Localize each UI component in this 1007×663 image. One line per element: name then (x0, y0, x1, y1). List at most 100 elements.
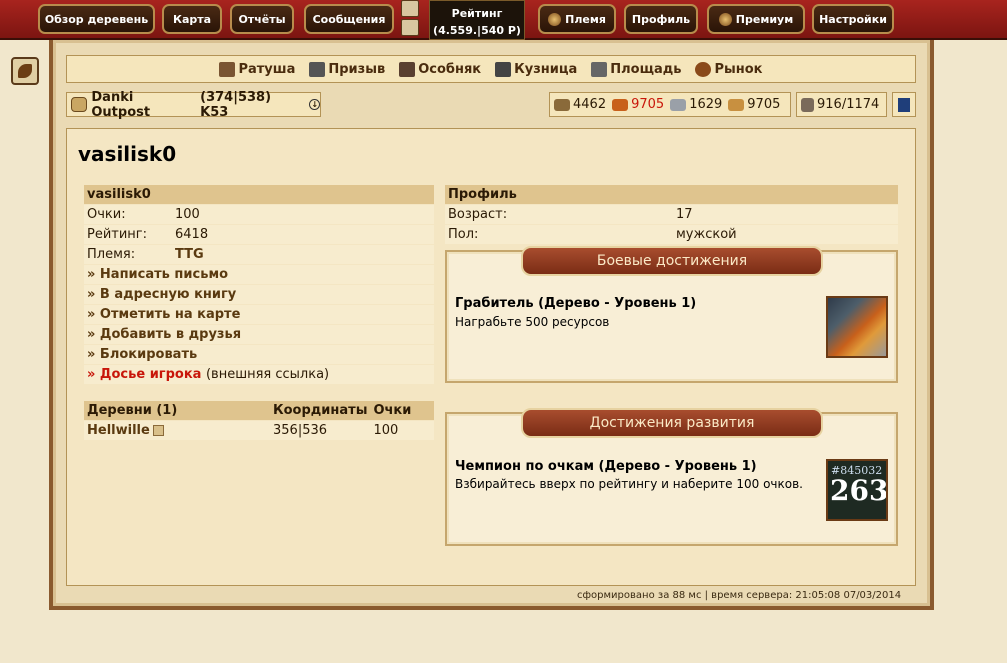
achievement-title: Грабитель (Дерево - Уровень 1) (455, 296, 697, 311)
village-coords: (374|538) K53 (200, 89, 272, 120)
building-square-link[interactable]: Площадь (591, 61, 682, 77)
building-town-hall-link[interactable]: Ратуша (219, 61, 296, 77)
resource-wood: 4462 (554, 97, 606, 112)
nav-settings-button[interactable]: Настройки (812, 4, 894, 34)
iron-icon (670, 98, 687, 111)
building-smithy-link[interactable]: Кузница (495, 61, 578, 77)
building-label: Кузница (514, 61, 578, 77)
nav-tribe-label: Племя (565, 12, 606, 26)
tribe-icon (548, 12, 562, 26)
building-mansion-link[interactable]: Особняк (399, 61, 482, 77)
address-book-link[interactable]: » В адресную книгу (84, 285, 434, 304)
table-row: Hellwille 356|536 100 (84, 421, 434, 440)
table-row: Племя: TTG (84, 245, 434, 264)
nav-premium-label: Премиум (735, 12, 794, 26)
side-toggle-button[interactable] (11, 57, 39, 85)
resources-bar: 4462 9705 1629 9705 (549, 92, 791, 117)
resource-iron: 1629 (670, 97, 722, 112)
dossier-row: » Досье игрока (внешняя ссылка) (84, 365, 434, 384)
profile-table: Профиль Возраст: 17 Пол: мужской (445, 184, 898, 245)
achievement-description: Взбирайтесь вверх по рейтингу и наберите… (455, 477, 803, 491)
flag-button[interactable] (892, 92, 916, 117)
coords-column-header: Координаты (270, 401, 371, 420)
nav-profile-button[interactable]: Профиль (624, 4, 698, 34)
building-label: Ратуша (238, 61, 296, 77)
notes-icon[interactable] (401, 19, 419, 36)
resource-population: 916/1174 (801, 97, 879, 112)
rank-display[interactable]: Рейтинг (4.559.|540 Р) (429, 0, 525, 40)
nav-premium-button[interactable]: Премиум (707, 4, 805, 34)
rank-label: Рейтинг (451, 7, 503, 20)
storage-icon (728, 98, 745, 111)
player-info-table: vasilisk0 Очки: 100 Рейтинг: 6418 Племя: TT… (84, 184, 434, 385)
nav-map-label: Карта (172, 12, 212, 26)
village-coords-cell: 356|536 (270, 421, 371, 440)
iron-value: 1629 (689, 97, 723, 112)
village-map-icon[interactable] (152, 425, 164, 436)
resource-clay: 9705 (612, 97, 664, 112)
tribe-label: Племя: (84, 245, 172, 264)
buildings-bar: Ратуша Призыв Особняк Кузница Площадь Ры… (66, 55, 916, 83)
dossier-link[interactable]: » Досье игрока (87, 367, 201, 382)
resource-storage: 9705 (728, 97, 780, 112)
wood-value: 4462 (573, 97, 607, 112)
arrow-down-icon[interactable]: ↓ (309, 99, 320, 110)
building-label: Площадь (610, 61, 682, 77)
anvil-icon (495, 61, 512, 77)
nav-profile-label: Профиль (631, 12, 691, 26)
tribe-link[interactable]: TTG (172, 245, 434, 264)
score-achievement-image[interactable]: #845032 263 (826, 459, 888, 521)
population-box: 916/1174 (796, 92, 887, 117)
building-recruit-link[interactable]: Призыв (309, 61, 385, 77)
leaf-icon (18, 64, 32, 78)
add-friend-link[interactable]: » Добавить в друзья (84, 325, 434, 344)
nav-overview-label: Обзор деревень (44, 12, 149, 26)
nav-messages-label: Сообщения (312, 12, 386, 26)
nav-reports-label: Отчёты (238, 12, 286, 26)
development-achievements-heading: Достижения развития (521, 408, 823, 438)
village-name[interactable]: Danki Outpost (91, 90, 192, 120)
achievement-title: Чемпион по очкам (Дерево - Уровень 1) (455, 459, 757, 474)
premium-icon (718, 12, 732, 26)
village-link[interactable]: Hellwille (87, 423, 150, 438)
storage-value: 9705 (747, 97, 781, 112)
age-label: Возраст: (445, 205, 673, 224)
nav-overview-button[interactable]: Обзор деревень (38, 4, 155, 34)
villages-column-header: Деревни (1) (84, 401, 270, 420)
nav-settings-label: Настройки (819, 12, 887, 26)
clay-icon (612, 98, 629, 111)
nav-map-button[interactable]: Карта (162, 4, 222, 34)
population-value: 916/1174 (817, 97, 880, 112)
flag-icon (898, 97, 910, 112)
plunder-achievement-image[interactable] (826, 296, 888, 358)
building-label: Особняк (418, 61, 482, 77)
server-time-footer: сформировано за 88 мс | время сервера: 2… (577, 590, 902, 601)
nav-reports-button[interactable]: Отчёты (230, 4, 294, 34)
clay-value: 9705 (631, 97, 665, 112)
nav-tribe-button[interactable]: Племя (538, 4, 616, 34)
square-icon (591, 61, 608, 77)
rank-row-value: 6418 (172, 225, 434, 244)
rank-row-label: Рейтинг: (84, 225, 172, 244)
combat-achievements-panel: Боевые достижения Грабитель (Дерево - Ур… (445, 246, 898, 383)
points-label: Очки: (84, 205, 172, 224)
village-points-cell: 100 (370, 421, 434, 440)
building-market-link[interactable]: Рынок (695, 61, 763, 77)
score-image-number: 263 (830, 474, 888, 507)
swords-icon (309, 61, 326, 77)
combat-achievements-heading: Боевые достижения (521, 246, 823, 276)
pencil-icon[interactable] (401, 0, 419, 17)
mark-on-map-link[interactable]: » Отметить на карте (84, 305, 434, 324)
block-link[interactable]: » Блокировать (84, 345, 434, 364)
village-icon (71, 97, 88, 112)
profile-header: Профиль (445, 185, 898, 204)
village-cell: Hellwille (84, 421, 270, 440)
village-selector[interactable]: Danki Outpost (374|538) K53 ↓ (66, 89, 321, 120)
external-link-note: (внешняя ссылка) (205, 367, 330, 382)
write-message-link[interactable]: » Написать письмо (84, 265, 434, 284)
points-value: 100 (172, 205, 434, 224)
villages-table: Деревни (1) Координаты Очки Hellwille 35… (84, 400, 434, 441)
town-hall-icon (219, 61, 236, 77)
nav-messages-button[interactable]: Сообщения (304, 4, 394, 34)
rank-value: (4.559.|540 Р) (433, 24, 521, 37)
